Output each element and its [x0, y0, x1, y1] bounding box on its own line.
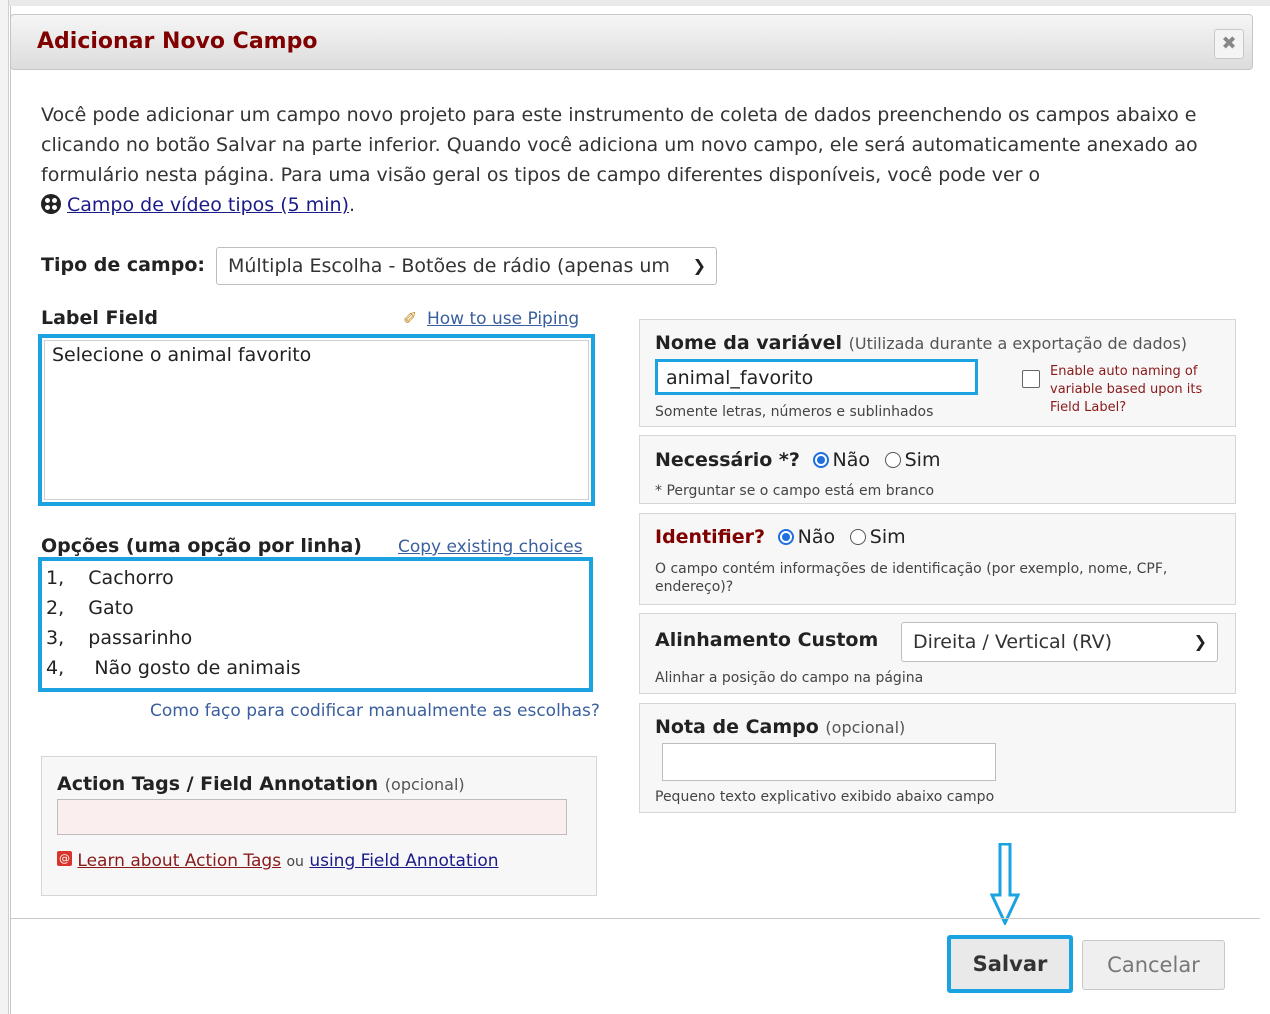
alignment-panel: Alinhamento Custom Direita / Vertical (R… [639, 613, 1236, 694]
variable-hint: (Utilizada durante a exportação de dados… [848, 334, 1188, 353]
required-yes-label: Sim [904, 449, 941, 471]
backdrop-edge [0, 0, 9, 1014]
intro-text: Você pode adicionar um campo novo projet… [41, 100, 1241, 220]
chevron-down-icon: ❯ [692, 256, 706, 275]
field-note-header: Nota de Campo (opcional) [655, 716, 905, 738]
intro-paragraph: Você pode adicionar um campo novo projet… [41, 104, 1198, 186]
close-button[interactable]: ✖ [1214, 29, 1244, 59]
choice-line: 4, Não gosto de animais [46, 657, 301, 679]
action-tags-panel: Action Tags / Field Annotation (opcional… [41, 756, 597, 896]
footer-divider [10, 918, 1260, 919]
field-note-label: Nota de Campo [655, 716, 819, 738]
choice-line: 3, passarinho [46, 627, 193, 649]
variable-name-input[interactable]: animal_favorito [655, 359, 978, 395]
required-label: Necessário *? [655, 449, 800, 471]
manual-coding-link[interactable]: Como faço para codificar manualmente as … [150, 701, 600, 721]
field-annotation-link[interactable]: using Field Annotation [309, 851, 498, 871]
identifier-panel: Identifier? Não Sim O campo contém infor… [639, 513, 1236, 605]
choices-textarea[interactable]: 1, Cachorro 2, Gato 3, passarinho 4, Não… [38, 557, 593, 692]
action-tags-label: Action Tags / Field Annotation [57, 773, 379, 795]
field-note-input[interactable] [662, 743, 996, 781]
intro-period: . [349, 194, 356, 216]
identifier-yes-label: Sim [869, 526, 906, 548]
dialog-titlebar: Adicionar Novo Campo ✖ [10, 14, 1253, 70]
required-header: Necessário *? Não Sim [655, 449, 948, 471]
alignment-select[interactable]: Direita / Vertical (RV) ❯ [901, 622, 1218, 662]
field-note-panel: Nota de Campo (opcional) Pequeno texto e… [639, 703, 1236, 813]
required-panel: Necessário *? Não Sim * Perguntar se o c… [639, 435, 1236, 504]
variable-header: Nome da variável (Utilizada durante a ex… [655, 332, 1187, 354]
copy-choices-link[interactable]: Copy existing choices [398, 537, 583, 557]
film-reel-icon [41, 194, 61, 214]
action-tags-optional: (opcional) [384, 775, 465, 794]
action-tags-links: @ Learn about Action Tags ou using Field… [57, 851, 499, 871]
video-link[interactable]: Campo de vídeo tipos (5 min) [67, 194, 349, 216]
at-sign-icon: @ [57, 851, 72, 866]
required-help: * Perguntar se o campo está em branco [655, 483, 935, 499]
down-arrow-icon [990, 843, 1020, 925]
auto-naming-checkbox[interactable] [1022, 370, 1040, 388]
required-no-label: Não [832, 449, 870, 471]
save-button[interactable]: Salvar [947, 935, 1073, 993]
alignment-help: Alinhar a posição do campo na página [655, 670, 924, 686]
choice-line: 2, Gato [46, 597, 134, 619]
variable-name-value: animal_favorito [666, 367, 814, 389]
piping-link[interactable]: How to use Piping [427, 309, 579, 329]
auto-naming-label: Enable auto naming of variable based upo… [1050, 364, 1203, 415]
chevron-down-icon: ❯ [1193, 632, 1207, 651]
learn-action-tags-link[interactable]: Learn about Action Tags [77, 851, 281, 871]
identifier-label: Identifier? [655, 526, 766, 548]
action-tags-header: Action Tags / Field Annotation (opcional… [57, 773, 465, 795]
variable-help: Somente letras, números e sublinhados [655, 404, 934, 420]
label-field-value: Selecione o animal favorito [52, 344, 312, 366]
identifier-help: O campo contém informações de identifica… [655, 561, 1168, 595]
or-text: ou [286, 854, 304, 870]
variable-label: Nome da variável [655, 332, 842, 354]
choices-label: Opções (uma opção por linha) [41, 535, 362, 557]
required-no-radio[interactable] [812, 452, 829, 468]
alignment-label: Alinhamento Custom [655, 629, 879, 651]
choice-line: 1, Cachorro [46, 567, 174, 589]
alignment-value: Direita / Vertical (RV) [913, 631, 1112, 653]
identifier-no-radio[interactable] [777, 529, 794, 545]
cancel-button[interactable]: Cancelar [1082, 940, 1225, 990]
label-field-label: Label Field [41, 307, 159, 329]
identifier-no-label: Não [797, 526, 836, 548]
dialog-title: Adicionar Novo Campo [37, 29, 318, 54]
action-tags-input[interactable] [57, 799, 567, 835]
pencil-icon: ✐ [403, 309, 418, 329]
label-field-textarea[interactable]: Selecione o animal favorito [38, 334, 595, 506]
field-type-select[interactable]: Múltipla Escolha - Botões de rádio (apen… [216, 247, 717, 285]
field-type-label: Tipo de campo: [41, 254, 205, 276]
variable-name-panel: Nome da variável (Utilizada durante a ex… [639, 319, 1236, 427]
field-type-value: Múltipla Escolha - Botões de rádio (apen… [228, 255, 670, 277]
required-yes-radio[interactable] [884, 452, 901, 468]
field-note-optional: (opcional) [825, 718, 906, 737]
close-icon: ✖ [1221, 33, 1237, 54]
identifier-yes-radio[interactable] [849, 529, 866, 545]
identifier-header: Identifier? Não Sim [655, 526, 914, 548]
field-note-help: Pequeno texto explicativo exibido abaixo… [655, 789, 995, 805]
